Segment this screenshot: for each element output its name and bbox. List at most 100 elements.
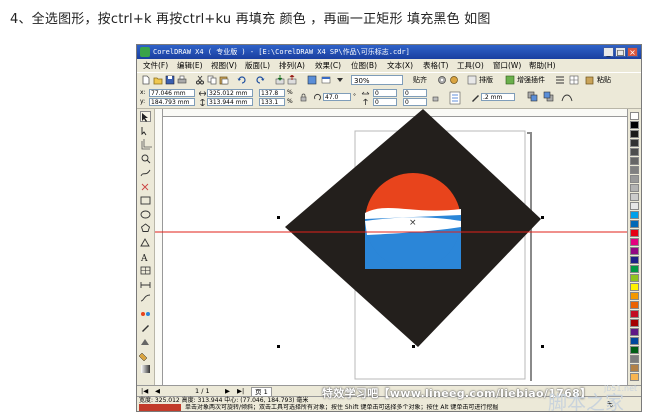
- angle-field[interactable]: 47.0: [323, 93, 351, 101]
- palette-swatch[interactable]: [630, 337, 639, 345]
- cut-icon[interactable]: [195, 75, 205, 85]
- corner-top-left-field[interactable]: 0: [373, 89, 397, 97]
- palette-swatch[interactable]: [630, 211, 639, 219]
- menu-file[interactable]: 文件(F): [141, 59, 170, 72]
- redo-icon[interactable]: [255, 75, 265, 85]
- typeset-button[interactable]: 排版: [479, 74, 493, 86]
- shape-tool-icon[interactable]: [140, 125, 151, 136]
- menu-table[interactable]: 表格(T): [421, 59, 450, 72]
- pick-tool-icon[interactable]: [140, 111, 151, 122]
- mirror-icons[interactable]: [361, 90, 370, 106]
- to-front-icon[interactable]: [527, 91, 539, 103]
- polygon-tool-icon[interactable]: [140, 223, 151, 234]
- corner-top-right-field[interactable]: 0: [403, 89, 427, 97]
- blend-tool-icon[interactable]: [140, 307, 151, 318]
- palette-swatch[interactable]: [630, 157, 639, 165]
- selection-handle-left-bottom[interactable]: [277, 345, 280, 348]
- print-icon[interactable]: [177, 75, 187, 85]
- paste-button[interactable]: 粘贴: [597, 74, 611, 86]
- selection-handle-bottom-middle[interactable]: [412, 345, 415, 348]
- export-icon[interactable]: [287, 75, 297, 85]
- parallel-dimension-icon[interactable]: [140, 279, 151, 290]
- palette-swatch[interactable]: [630, 310, 639, 318]
- smart-fill-icon[interactable]: [140, 181, 151, 192]
- new-icon[interactable]: [141, 75, 151, 85]
- plugin-icon[interactable]: [505, 75, 515, 85]
- welcome-screen-icon[interactable]: [321, 75, 331, 85]
- rectangle-tool-icon[interactable]: [140, 195, 151, 206]
- import-icon[interactable]: [275, 75, 285, 85]
- palette-swatch[interactable]: [630, 166, 639, 174]
- width-field[interactable]: 325.012 mm: [207, 89, 253, 97]
- menu-text[interactable]: 文本(X): [385, 59, 415, 72]
- menu-effects[interactable]: 效果(C): [313, 59, 343, 72]
- selection-handle-right-bottom[interactable]: [541, 345, 544, 348]
- palette-swatch[interactable]: [630, 247, 639, 255]
- grid-icon[interactable]: [569, 75, 579, 85]
- corner-bottom-right-field[interactable]: 0: [403, 98, 427, 106]
- maximize-button[interactable]: □: [615, 47, 626, 57]
- menu-layout[interactable]: 版面(L): [243, 59, 272, 72]
- palette-swatch[interactable]: [630, 346, 639, 354]
- layout-icon[interactable]: [467, 75, 477, 85]
- y-position-field[interactable]: 184.793 mm: [149, 98, 195, 106]
- menu-edit[interactable]: 编辑(E): [175, 59, 205, 72]
- palette-swatch[interactable]: [630, 265, 639, 273]
- crop-tool-icon[interactable]: [140, 139, 151, 150]
- freehand-tool-icon[interactable]: [140, 167, 151, 178]
- convert-to-curves-icon[interactable]: [561, 91, 573, 103]
- palette-swatch[interactable]: [630, 373, 639, 381]
- palette-swatch[interactable]: [630, 283, 639, 291]
- copy-icon[interactable]: [207, 75, 217, 85]
- zoom-level-select[interactable]: 30%: [351, 75, 403, 85]
- menu-arrange[interactable]: 排列(A): [277, 59, 307, 72]
- gear-icon[interactable]: [449, 75, 459, 85]
- selection-handle-left-top[interactable]: [277, 216, 280, 219]
- palette-swatch[interactable]: [630, 274, 639, 282]
- palette-swatch[interactable]: [630, 148, 639, 156]
- lock-ratio-icon[interactable]: [299, 93, 308, 102]
- table-tool-icon[interactable]: [140, 265, 151, 276]
- palette-swatch[interactable]: [630, 292, 639, 300]
- list-icon[interactable]: [555, 75, 565, 85]
- paste-special-icon[interactable]: [585, 75, 595, 85]
- application-launcher-icon[interactable]: [307, 75, 317, 85]
- palette-swatch[interactable]: [630, 355, 639, 363]
- menu-view[interactable]: 视图(V): [209, 59, 239, 72]
- zoom-dropdown-icon[interactable]: [335, 75, 345, 85]
- corner-bottom-left-field[interactable]: 0: [373, 98, 397, 106]
- options-icon[interactable]: [437, 75, 447, 85]
- x-position-field[interactable]: 77.046 mm: [149, 89, 195, 97]
- palette-swatch[interactable]: [630, 220, 639, 228]
- palette-swatch[interactable]: [630, 112, 639, 120]
- drawing-canvas[interactable]: ×: [155, 109, 627, 385]
- palette-swatch[interactable]: [630, 238, 639, 246]
- outline-width-select[interactable]: .2 mm: [481, 93, 515, 101]
- menu-help[interactable]: 帮助(H): [527, 59, 558, 72]
- connector-icon[interactable]: [140, 293, 151, 304]
- palette-swatch[interactable]: [630, 175, 639, 183]
- menu-bitmaps[interactable]: 位图(B): [349, 59, 379, 72]
- save-icon[interactable]: [165, 75, 175, 85]
- open-icon[interactable]: [153, 75, 163, 85]
- snap-to-dropdown[interactable]: 贴齐: [413, 74, 427, 86]
- fill-tool-icon[interactable]: [140, 349, 151, 360]
- eyedropper-icon[interactable]: [140, 321, 151, 332]
- scale-y-field[interactable]: 133.1: [259, 98, 285, 106]
- palette-swatch[interactable]: [630, 202, 639, 210]
- paste-icon[interactable]: [219, 75, 229, 85]
- selection-handle-right-top[interactable]: [541, 216, 544, 219]
- close-button[interactable]: ×: [627, 47, 638, 57]
- text-tool-icon[interactable]: [140, 251, 151, 262]
- palette-swatch[interactable]: [630, 139, 639, 147]
- outline-tool-icon[interactable]: [140, 335, 151, 346]
- palette-swatch[interactable]: [630, 184, 639, 192]
- palette-swatch[interactable]: [630, 256, 639, 264]
- palette-swatch[interactable]: [630, 229, 639, 237]
- palette-swatch[interactable]: [630, 121, 639, 129]
- ellipse-tool-icon[interactable]: [140, 209, 151, 220]
- enhanced-plugin-button[interactable]: 增强插件: [517, 74, 545, 86]
- palette-swatch[interactable]: [630, 328, 639, 336]
- palette-swatch[interactable]: [630, 130, 639, 138]
- height-field[interactable]: 313.944 mm: [207, 98, 253, 106]
